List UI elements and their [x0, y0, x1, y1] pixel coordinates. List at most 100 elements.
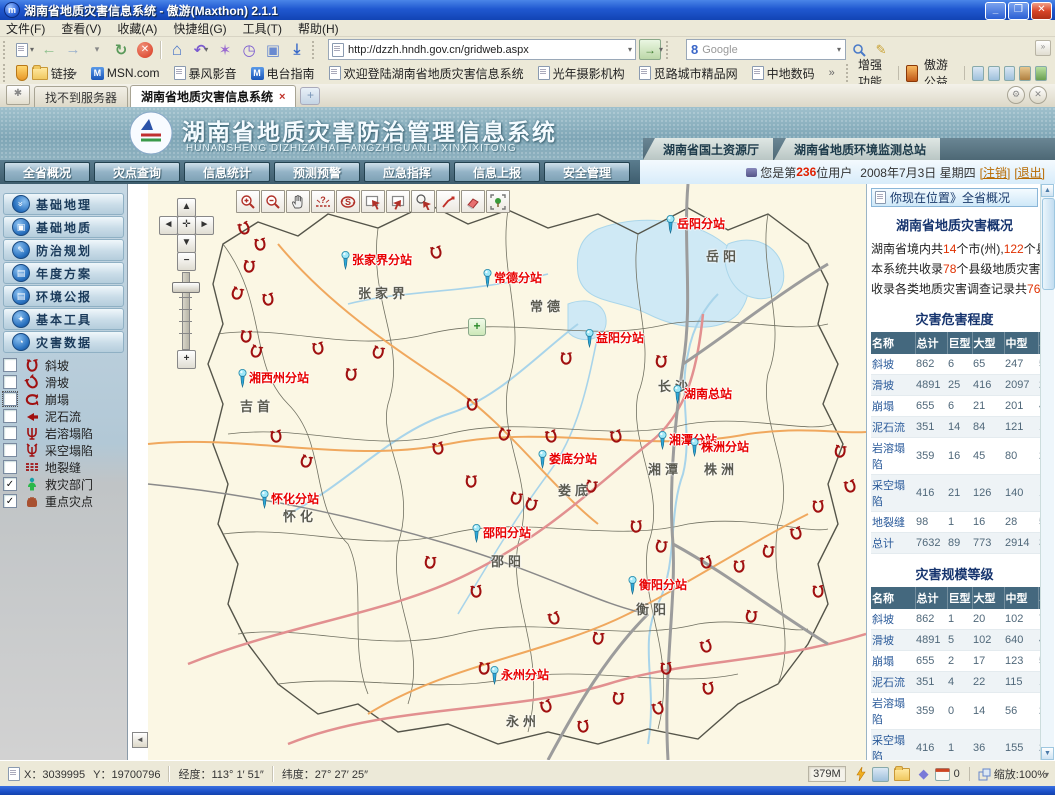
- layer-checkbox[interactable]: [3, 426, 17, 440]
- address-dropdown-icon[interactable]: ▾: [628, 45, 632, 54]
- go-button[interactable]: →: [639, 39, 661, 60]
- station-12[interactable]: 永州分站: [489, 666, 549, 685]
- menu-item-3[interactable]: 快捷组(G): [173, 20, 226, 37]
- skin-icon[interactable]: [1019, 66, 1031, 81]
- download-icon[interactable]: ⤓: [286, 40, 308, 60]
- tab-close-icon[interactable]: ✕: [1029, 86, 1047, 104]
- station-2[interactable]: 常德分站: [482, 269, 542, 288]
- tab-tools-icon[interactable]: ⚙: [1007, 86, 1025, 104]
- layer-checkbox[interactable]: [3, 460, 17, 474]
- layer-checkbox[interactable]: ✓: [3, 494, 17, 508]
- url-text[interactable]: http://dzzh.hndh.gov.cn/gridweb.aspx: [348, 44, 630, 56]
- minimize-button[interactable]: _: [985, 2, 1006, 20]
- search-grip[interactable]: [666, 41, 673, 59]
- resize-icon[interactable]: [978, 768, 991, 781]
- nav-tab-1[interactable]: 灾点查询: [94, 162, 180, 182]
- zoom-slider-handle[interactable]: [172, 282, 200, 293]
- map-mini-zoom-icon[interactable]: +: [468, 318, 486, 336]
- menu-item-0[interactable]: 文件(F): [6, 20, 45, 37]
- eraser-tool-icon[interactable]: [461, 190, 485, 213]
- pan-up-icon[interactable]: ▲: [177, 198, 196, 217]
- scroll-up-icon[interactable]: ▲: [1041, 184, 1054, 197]
- link-item-4[interactable]: 光年摄影机构: [538, 65, 625, 82]
- station-5[interactable]: 湖南总站: [672, 385, 732, 404]
- forward-icon[interactable]: →: [62, 40, 84, 60]
- sidebar-item-3[interactable]: ▤年度方案: [3, 262, 124, 284]
- boost-icon[interactable]: [855, 767, 867, 781]
- scroll-down-icon[interactable]: ▼: [1041, 747, 1054, 760]
- go-dropdown-icon[interactable]: ▾: [659, 45, 663, 54]
- search-engine-icon[interactable]: 8: [691, 42, 698, 57]
- fullscreen-icon[interactable]: [988, 66, 1000, 81]
- pan-center-icon[interactable]: ✛: [177, 216, 196, 235]
- maxthon-charity-icon[interactable]: [906, 65, 918, 82]
- pan-right-icon[interactable]: ►: [195, 216, 214, 235]
- search-dropdown-icon[interactable]: ▾: [837, 45, 841, 54]
- layer-checkbox[interactable]: [3, 409, 17, 423]
- title-bar[interactable]: m 湖南省地质灾害信息系统 - 傲游(Maxthon) 2.1.1 _ ❐ ✕: [0, 0, 1055, 20]
- plugin-diamond-icon[interactable]: ◆: [919, 766, 929, 782]
- sidebar-item-6[interactable]: ◔灾害数据: [3, 331, 124, 353]
- links-grip[interactable]: [3, 64, 9, 82]
- draw-line-tool-icon[interactable]: [436, 190, 460, 213]
- station-3[interactable]: 益阳分站: [584, 329, 644, 348]
- toolbar-overflow-icon[interactable]: »: [1035, 40, 1051, 56]
- notes-icon[interactable]: [1004, 66, 1016, 81]
- tab-close-x-icon[interactable]: ×: [279, 91, 285, 103]
- popup-window-icon[interactable]: [872, 767, 889, 782]
- tab-1[interactable]: 湖南省地质灾害信息系统×: [130, 85, 296, 107]
- history-dropdown-icon[interactable]: ▾: [86, 40, 108, 60]
- menu-item-1[interactable]: 查看(V): [61, 20, 101, 37]
- station-0[interactable]: 岳阳分站: [665, 215, 725, 234]
- station-1[interactable]: 张家界分站: [340, 251, 412, 270]
- pan-left-icon[interactable]: ◄: [159, 216, 178, 235]
- pan-down-icon[interactable]: ▼: [177, 234, 196, 253]
- logout-link[interactable]: [注销]: [980, 164, 1011, 181]
- search-box[interactable]: 8 Google ▾: [686, 39, 846, 60]
- link-item-1[interactable]: 暴风影音: [174, 65, 237, 82]
- scroll-thumb[interactable]: [1042, 198, 1055, 290]
- zoom-out-tool-icon[interactable]: [261, 190, 285, 213]
- layer-checkbox[interactable]: [3, 375, 17, 389]
- station-4[interactable]: 湘西州分站: [237, 369, 309, 388]
- station-9[interactable]: 怀化分站: [259, 490, 319, 509]
- zoom-in-step-icon[interactable]: +: [177, 350, 196, 369]
- link-item-5[interactable]: 觅路城市精品网: [639, 65, 738, 82]
- zoom-level[interactable]: 缩放:100%: [994, 766, 1047, 782]
- new-tab-button[interactable]: +: [300, 87, 320, 105]
- search-go-icon[interactable]: [852, 43, 866, 57]
- zoom-in-tool-icon[interactable]: [236, 190, 260, 213]
- layer-checkbox[interactable]: [3, 443, 17, 457]
- menu-item-5[interactable]: 帮助(H): [298, 20, 339, 37]
- select-circle-tool-icon[interactable]: [411, 190, 435, 213]
- zoom-dropdown-icon[interactable]: ▾: [1045, 770, 1049, 779]
- menu-item-4[interactable]: 工具(T): [243, 20, 282, 37]
- layer-checkbox[interactable]: ✓: [3, 477, 17, 491]
- history-clock-icon[interactable]: ◷: [238, 40, 260, 60]
- search-placeholder[interactable]: Google: [702, 44, 839, 56]
- link-item-2[interactable]: M电台指南: [251, 65, 315, 82]
- link-item-3[interactable]: 欢迎登陆湖南省地质灾害信息系统: [329, 65, 524, 82]
- layer-checkbox[interactable]: [3, 392, 17, 406]
- nav-tab-4[interactable]: 应急指挥: [364, 162, 450, 182]
- layer-checkbox[interactable]: [3, 358, 17, 372]
- security-shield-icon[interactable]: [16, 65, 28, 81]
- sidebar-item-4[interactable]: ▤环境公报: [3, 285, 124, 307]
- full-extent-tool-icon[interactable]: [486, 190, 510, 213]
- tab-list-icon[interactable]: ✱: [6, 85, 30, 105]
- sidebar-item-0[interactable]: »基础地理: [3, 193, 124, 215]
- magic-wand-icon[interactable]: ✶: [214, 40, 236, 60]
- home-icon[interactable]: ⌂: [166, 40, 188, 60]
- toolbar-grip[interactable]: [3, 41, 10, 59]
- nav-tab-6[interactable]: 安全管理: [544, 162, 630, 182]
- station-10[interactable]: 邵阳分站: [471, 524, 531, 543]
- undo-icon[interactable]: ↶▾: [190, 40, 212, 60]
- popup-blocker-icon[interactable]: [935, 768, 950, 781]
- close-button[interactable]: ✕: [1031, 2, 1052, 20]
- link-item-0[interactable]: MMSN.com: [91, 66, 160, 80]
- plugin-grip[interactable]: [846, 64, 851, 82]
- station-8[interactable]: 娄底分站: [537, 450, 597, 469]
- window-icon[interactable]: ▣: [262, 40, 284, 60]
- links-more-icon[interactable]: »: [829, 67, 835, 79]
- nav-tab-2[interactable]: 信息统计: [184, 162, 270, 182]
